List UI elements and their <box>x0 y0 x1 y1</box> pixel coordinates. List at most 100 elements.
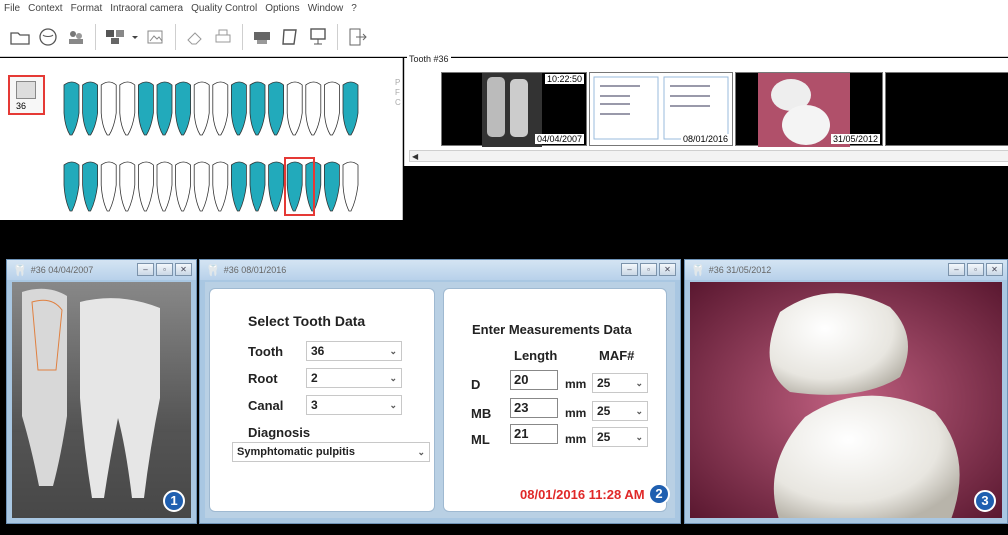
patients-icon[interactable] <box>62 23 89 50</box>
lower-tooth[interactable] <box>175 161 191 212</box>
chevron-down-icon: ⌄ <box>635 406 643 416</box>
open-folder-icon[interactable] <box>6 23 33 50</box>
ml-maf-select[interactable]: 25 ⌄ <box>592 427 648 447</box>
timeline-title: Tooth #36 <box>407 54 451 64</box>
photo-window-caption[interactable]: 🦷 #36 31/05/2012 – ▫ ✕ <box>685 260 1007 280</box>
form-window-caption[interactable]: 🦷 #36 08/01/2016 – ▫ ✕ <box>200 260 680 280</box>
lower-tooth[interactable] <box>249 161 266 212</box>
upper-tooth[interactable] <box>212 81 229 136</box>
toolbar-separator <box>95 23 96 50</box>
upper-tooth[interactable] <box>324 81 340 136</box>
menu-context[interactable]: Context <box>28 3 62 14</box>
minimize-button[interactable]: – <box>948 263 965 276</box>
eraser-icon[interactable] <box>181 23 208 50</box>
lower-tooth[interactable] <box>212 161 229 212</box>
upper-tooth[interactable] <box>100 81 117 136</box>
thumb-time: 10:22:50 <box>544 74 584 84</box>
thumb-date: 08/01/2016 <box>680 134 730 144</box>
tooth-label: Tooth <box>248 344 284 359</box>
canal-select[interactable]: 3 ⌄ <box>306 395 402 415</box>
lower-tooth[interactable] <box>100 161 117 212</box>
tooth-select[interactable]: 36 ⌄ <box>306 341 402 361</box>
lower-tooth[interactable] <box>268 161 284 212</box>
scanner-icon[interactable] <box>248 23 275 50</box>
lower-tooth[interactable] <box>82 161 98 212</box>
lower-tooth[interactable] <box>156 161 173 212</box>
lower-tooth[interactable] <box>193 161 210 212</box>
thumb-form[interactable]: 08/01/2016 <box>589 72 733 146</box>
lower-tooth[interactable] <box>286 161 303 212</box>
mb-length-input[interactable]: 23 <box>510 398 558 418</box>
d-length-input[interactable]: 20 <box>510 370 558 390</box>
toolbar-separator <box>337 23 338 50</box>
dropdown-icon[interactable] <box>129 23 141 50</box>
thumb-photo[interactable]: 31/05/2012 <box>735 72 883 147</box>
upper-tooth[interactable] <box>82 81 98 136</box>
upper-tooth[interactable] <box>138 81 154 136</box>
thumb-empty[interactable] <box>885 72 1008 146</box>
timeline-scrollbar[interactable]: ◀ <box>409 150 1008 162</box>
upper-tooth[interactable] <box>342 81 359 136</box>
d-maf-value: 25 <box>597 376 611 390</box>
xray-image[interactable]: 1 <box>12 282 191 518</box>
frame-icon[interactable] <box>276 23 303 50</box>
mb-maf-select[interactable]: 25 ⌄ <box>592 401 648 421</box>
lower-tooth[interactable] <box>138 161 154 212</box>
menu-bar: File Context Format Intraoral camera Qua… <box>0 0 1008 17</box>
menu-format[interactable]: Format <box>71 3 103 14</box>
selected-tooth-indicator[interactable]: 36 <box>8 75 45 115</box>
thumb-xray[interactable]: 10:22:50 04/04/2007 <box>441 72 587 147</box>
print-icon[interactable] <box>209 23 236 50</box>
data-form-window: 🦷 #36 08/01/2016 – ▫ ✕ Select Tooth Data… <box>199 259 681 524</box>
root-select[interactable]: 2 ⌄ <box>306 368 402 388</box>
upper-tooth[interactable] <box>286 81 303 136</box>
chart-icon[interactable] <box>34 23 61 50</box>
upper-tooth[interactable] <box>175 81 191 136</box>
upper-tooth[interactable] <box>305 81 322 136</box>
upper-tooth[interactable] <box>119 81 136 136</box>
diagnosis-select[interactable]: Symphtomatic pulpitis ⌄ <box>232 442 430 462</box>
maximize-button[interactable]: ▫ <box>967 263 984 276</box>
image-import-icon[interactable] <box>142 23 169 50</box>
exit-icon[interactable] <box>343 23 370 50</box>
upper-tooth[interactable] <box>156 81 173 136</box>
upper-tooth[interactable] <box>231 81 247 136</box>
lower-tooth[interactable] <box>63 161 80 212</box>
upper-tooth[interactable] <box>193 81 210 136</box>
minimize-button[interactable]: – <box>137 263 154 276</box>
chevron-down-icon: ⌄ <box>389 373 397 383</box>
upper-tooth[interactable] <box>249 81 266 136</box>
close-button[interactable]: ✕ <box>986 263 1003 276</box>
maximize-button[interactable]: ▫ <box>640 263 657 276</box>
intraoral-photo[interactable]: 3 <box>690 282 1002 518</box>
scroll-left-icon[interactable]: ◀ <box>412 152 418 161</box>
maximize-button[interactable]: ▫ <box>156 263 173 276</box>
xray-window-caption[interactable]: 🦷 #36 04/04/2007 – ▫ ✕ <box>7 260 196 280</box>
teeth-diagram[interactable] <box>58 77 368 217</box>
menu-window[interactable]: Window <box>308 3 344 14</box>
side-letters: P F C <box>395 78 401 108</box>
ml-length-input[interactable]: 21 <box>510 424 558 444</box>
root-select-value: 2 <box>311 371 318 385</box>
lower-tooth[interactable] <box>324 161 340 212</box>
upper-tooth[interactable] <box>268 81 284 136</box>
lower-tooth[interactable] <box>119 161 136 212</box>
d-maf-select[interactable]: 25 ⌄ <box>592 373 648 393</box>
minimize-button[interactable]: – <box>621 263 638 276</box>
close-button[interactable]: ✕ <box>175 263 192 276</box>
tooth-window-icon <box>16 81 36 99</box>
chevron-down-icon: ⌄ <box>389 346 397 356</box>
menu-options[interactable]: Options <box>265 3 299 14</box>
diagnosis-select-value: Symphtomatic pulpitis <box>237 446 355 458</box>
lower-tooth[interactable] <box>231 161 247 212</box>
lower-tooth[interactable] <box>342 161 359 212</box>
close-button[interactable]: ✕ <box>659 263 676 276</box>
upper-tooth[interactable] <box>63 81 80 136</box>
layout-icon[interactable] <box>101 23 128 50</box>
timestamp: 08/01/2016 11:28 AM <box>520 487 645 502</box>
menu-intraoral-camera[interactable]: Intraoral camera <box>110 3 183 14</box>
menu-file[interactable]: File <box>4 3 20 14</box>
monitor-icon[interactable] <box>304 23 331 50</box>
menu-help[interactable]: ? <box>351 3 357 14</box>
menu-quality-control[interactable]: Quality Control <box>191 3 257 14</box>
